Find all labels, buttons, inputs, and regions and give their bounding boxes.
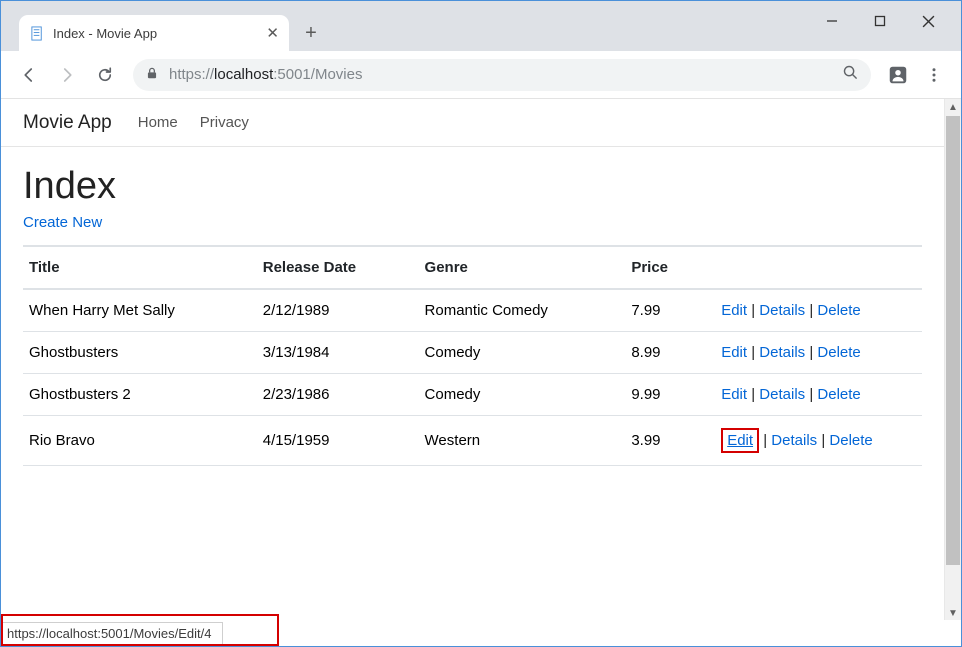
table-row: Ghostbusters 22/23/1986Comedy9.99Edit | … — [23, 374, 922, 416]
td-date: 2/12/1989 — [257, 289, 419, 332]
td-title: Rio Bravo — [23, 416, 257, 466]
page-title: Index — [23, 165, 922, 208]
status-bar: https://localhost:5001/Movies/Edit/4 — [1, 620, 961, 646]
separator: | — [805, 344, 817, 361]
url-text: https://localhost:5001/Movies — [169, 66, 832, 83]
scrollbar-thumb[interactable] — [946, 116, 960, 565]
th-actions — [715, 246, 922, 289]
reload-button[interactable] — [89, 59, 121, 91]
separator: | — [817, 432, 829, 449]
details-link[interactable]: Details — [759, 386, 805, 403]
details-link[interactable]: Details — [759, 302, 805, 319]
maximize-icon[interactable] — [871, 12, 889, 30]
td-genre: Romantic Comedy — [419, 289, 626, 332]
hover-url: https://localhost:5001/Movies/Edit/4 — [1, 622, 223, 646]
nav-link-privacy[interactable]: Privacy — [200, 114, 249, 131]
td-price: 8.99 — [625, 332, 715, 374]
td-actions: Edit | Details | Delete — [715, 289, 922, 332]
edit-link[interactable]: Edit — [721, 386, 747, 403]
tab-close-icon[interactable]: ✕ — [266, 24, 279, 42]
td-genre: Comedy — [419, 374, 626, 416]
edit-link[interactable]: Edit — [721, 344, 747, 361]
td-title: When Harry Met Sally — [23, 289, 257, 332]
separator: | — [747, 386, 759, 403]
lock-icon — [145, 66, 159, 84]
table-row: Rio Bravo4/15/1959Western3.99Edit | Deta… — [23, 416, 922, 466]
details-link[interactable]: Details — [759, 344, 805, 361]
table-row: Ghostbusters3/13/1984Comedy8.99Edit | De… — [23, 332, 922, 374]
separator: | — [747, 302, 759, 319]
table-row: When Harry Met Sally2/12/1989Romantic Co… — [23, 289, 922, 332]
tab-title: Index - Movie App — [53, 26, 258, 41]
browser-tab[interactable]: Index - Movie App ✕ — [19, 15, 289, 51]
delete-link[interactable]: Delete — [829, 432, 872, 449]
zoom-icon[interactable] — [842, 64, 859, 85]
forward-button[interactable] — [51, 59, 83, 91]
favicon-icon — [29, 25, 45, 41]
address-bar[interactable]: https://localhost:5001/Movies — [133, 59, 871, 91]
app-navbar: Movie App Home Privacy — [1, 99, 944, 147]
create-new-link[interactable]: Create New — [23, 214, 102, 231]
td-actions: Edit | Details | Delete — [715, 374, 922, 416]
menu-icon[interactable] — [919, 60, 949, 90]
td-actions: Edit | Details | Delete — [715, 332, 922, 374]
account-icon[interactable] — [883, 60, 913, 90]
minimize-icon[interactable] — [823, 12, 841, 30]
td-actions: Edit | Details | Delete — [715, 416, 922, 466]
browser-toolbar: https://localhost:5001/Movies — [1, 51, 961, 99]
delete-link[interactable]: Delete — [817, 302, 860, 319]
close-window-icon[interactable] — [919, 12, 937, 30]
td-date: 2/23/1986 — [257, 374, 419, 416]
nav-link-home[interactable]: Home — [138, 114, 178, 131]
back-button[interactable] — [13, 59, 45, 91]
edit-link[interactable]: Edit — [721, 302, 747, 319]
separator: | — [747, 344, 759, 361]
th-date: Release Date — [257, 246, 419, 289]
movies-table: Title Release Date Genre Price When Harr… — [23, 245, 922, 466]
td-genre: Comedy — [419, 332, 626, 374]
td-price: 9.99 — [625, 374, 715, 416]
td-title: Ghostbusters 2 — [23, 374, 257, 416]
separator: | — [805, 302, 817, 319]
td-genre: Western — [419, 416, 626, 466]
brand[interactable]: Movie App — [23, 112, 112, 134]
tab-strip: Index - Movie App ✕ + — [1, 1, 961, 51]
td-date: 4/15/1959 — [257, 416, 419, 466]
delete-link[interactable]: Delete — [817, 344, 860, 361]
td-title: Ghostbusters — [23, 332, 257, 374]
th-title: Title — [23, 246, 257, 289]
th-price: Price — [625, 246, 715, 289]
delete-link[interactable]: Delete — [817, 386, 860, 403]
details-link[interactable]: Details — [771, 432, 817, 449]
scroll-up-icon[interactable]: ▲ — [945, 99, 961, 116]
scrollbar[interactable]: ▲ ▼ — [944, 99, 961, 622]
separator: | — [759, 432, 771, 449]
td-price: 3.99 — [625, 416, 715, 466]
td-date: 3/13/1984 — [257, 332, 419, 374]
edit-link[interactable]: Edit — [721, 428, 759, 453]
new-tab-button[interactable]: + — [297, 19, 325, 47]
separator: | — [805, 386, 817, 403]
td-price: 7.99 — [625, 289, 715, 332]
th-genre: Genre — [419, 246, 626, 289]
